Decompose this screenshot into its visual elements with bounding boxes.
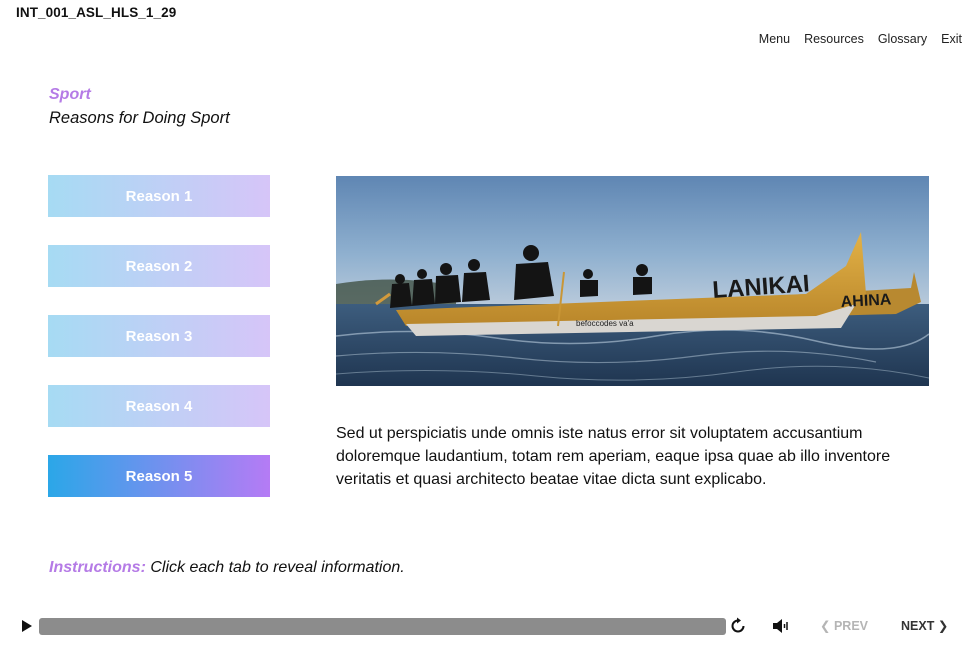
chevron-left-icon: ❮	[820, 619, 834, 633]
resources-link[interactable]: Resources	[804, 32, 864, 46]
volume-icon[interactable]	[771, 617, 791, 635]
tab-content-text: Sed ut perspiciatis unde omnis iste natu…	[336, 425, 891, 488]
tab-reason-5[interactable]: Reason 5	[48, 455, 270, 497]
replay-icon[interactable]	[729, 617, 747, 635]
next-label: NEXT	[901, 619, 935, 633]
menu-link[interactable]: Menu	[759, 32, 790, 46]
exit-link[interactable]: Exit	[941, 32, 962, 46]
prev-button[interactable]: ❮ PREV	[820, 618, 868, 633]
instructions-text: Click each tab to reveal information.	[150, 559, 405, 576]
canoe-name-back: AHINA	[840, 291, 892, 311]
section-subtitle: Reasons for Doing Sport	[49, 109, 230, 127]
tab-reason-4[interactable]: Reason 4	[48, 385, 270, 427]
section-title: Sport	[49, 86, 91, 103]
top-navigation: Menu Resources Glossary Exit	[759, 32, 962, 46]
player-controls: ❮ PREV NEXT ❯	[0, 610, 978, 642]
course-id: INT_001_ASL_HLS_1_29	[16, 5, 177, 20]
play-icon[interactable]	[20, 618, 34, 634]
prev-label: PREV	[833, 619, 868, 633]
tab-reason-3[interactable]: Reason 3	[48, 315, 270, 357]
seek-bar[interactable]	[39, 618, 726, 635]
tab-reason-1[interactable]: Reason 1	[48, 175, 270, 217]
outrigger-canoe-photo: LANIKAI AHINA befoccodes va'a	[336, 176, 929, 386]
hull-text: befoccodes va'a	[576, 319, 634, 328]
glossary-link[interactable]: Glossary	[878, 32, 927, 46]
instructions-label: Instructions:	[49, 559, 146, 576]
instructions: Instructions: Click each tab to reveal i…	[49, 559, 405, 577]
next-button[interactable]: NEXT ❯	[901, 618, 948, 633]
tab-reason-2[interactable]: Reason 2	[48, 245, 270, 287]
chevron-right-icon: ❯	[934, 619, 949, 633]
